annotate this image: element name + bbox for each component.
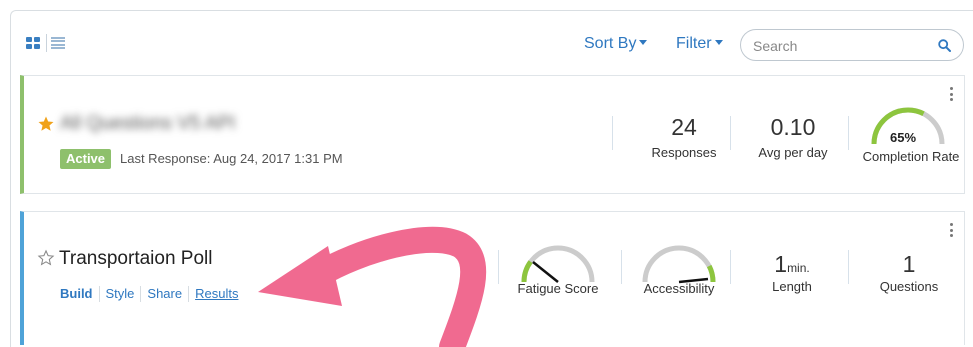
stat-divider: [730, 250, 731, 284]
stat-divider: [621, 250, 622, 284]
style-link[interactable]: Style: [100, 286, 142, 302]
gauge-needle: [532, 261, 559, 283]
responses-value: 24: [671, 114, 697, 140]
search-input[interactable]: [753, 36, 933, 56]
survey-card-selected[interactable]: Transportaion Poll Build Style Share Res…: [20, 211, 965, 345]
share-link[interactable]: Share: [141, 286, 190, 302]
filter-label: Filter: [676, 35, 712, 52]
accessibility-gauge: [642, 245, 716, 284]
length-label: Length: [772, 279, 812, 294]
view-toggle-divider: [46, 34, 47, 52]
filter-dropdown[interactable]: Filter: [676, 35, 723, 53]
results-link[interactable]: Results: [189, 286, 244, 302]
star-filled-icon[interactable]: [37, 115, 55, 133]
build-link[interactable]: Build: [58, 286, 100, 302]
toolbar: Sort By Filter: [11, 11, 973, 75]
view-toggle: [26, 34, 65, 52]
survey-card[interactable]: All Questions V5 API Active Last Respons…: [20, 75, 965, 194]
fatigue-score-label: Fatigue Score: [517, 281, 599, 296]
responses-label: Responses: [651, 145, 717, 160]
sort-by-dropdown[interactable]: Sort By: [584, 35, 648, 53]
fatigue-score-gauge: [521, 245, 595, 283]
survey-action-links: Build Style Share Results: [58, 286, 244, 302]
length-number: 1: [774, 251, 788, 277]
chevron-down-icon: [639, 40, 648, 46]
search-icon[interactable]: [938, 39, 951, 52]
survey-title[interactable]: All Questions V5 API: [60, 113, 235, 135]
search-box: [740, 29, 964, 61]
stat-divider: [612, 116, 613, 150]
completion-rate-value: 65%: [890, 130, 917, 145]
avg-per-day-value: 0.10: [770, 114, 816, 140]
avg-per-day-label: Avg per day: [758, 145, 828, 160]
stat-divider: [848, 250, 849, 284]
survey-title[interactable]: Transportaion Poll: [59, 248, 212, 270]
more-options-icon[interactable]: [950, 223, 954, 237]
list-view-icon[interactable]: [51, 37, 65, 49]
stat-divider: [730, 116, 731, 150]
sort-by-label: Sort By: [584, 35, 637, 52]
last-response-text: Last Response: Aug 24, 2017 1:31 PM: [120, 151, 343, 166]
status-badge: Active: [60, 149, 112, 169]
survey-list-panel: Sort By Filter All Questions V5 API Acti…: [10, 10, 973, 347]
stat-divider: [498, 250, 499, 284]
completion-rate-label: Completion Rate: [862, 149, 960, 164]
more-options-icon[interactable]: [950, 87, 954, 101]
stat-divider: [848, 116, 849, 150]
accessibility-label: Accessibility: [643, 281, 715, 296]
star-outline-icon[interactable]: [37, 249, 55, 267]
length-unit: min.: [787, 261, 810, 275]
questions-label: Questions: [879, 279, 939, 294]
questions-value: 1: [902, 251, 916, 277]
length-value: 1min.: [732, 251, 852, 278]
grid-view-icon[interactable]: [26, 37, 40, 49]
chevron-down-icon: [714, 40, 723, 46]
